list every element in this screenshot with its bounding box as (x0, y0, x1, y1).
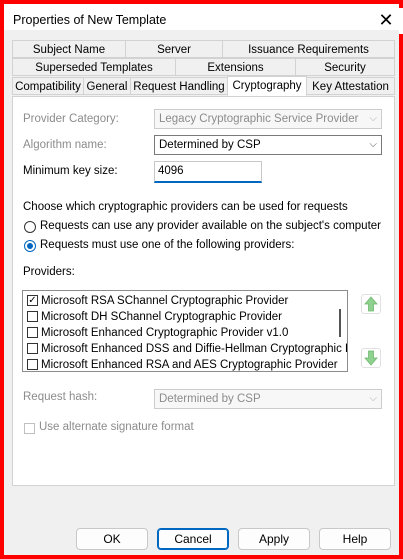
request-hash-value: Determined by CSP (159, 393, 261, 405)
tab-extensions[interactable]: Extensions (175, 58, 296, 76)
arrow-up-icon (364, 296, 378, 312)
ok-button[interactable]: OK (76, 528, 148, 550)
chevron-down-icon: ⌵ (369, 139, 377, 150)
provider-label: Microsoft Enhanced RSA and AES Cryptogra… (41, 359, 338, 371)
algorithm-name-select[interactable]: Determined by CSP ⌵ (154, 135, 382, 155)
algorithm-name-value: Determined by CSP (159, 139, 261, 151)
checkbox[interactable] (27, 343, 38, 354)
tab-superseded-templates[interactable]: Superseded Templates (12, 58, 176, 76)
alt-signature-label: Use alternate signature format (39, 421, 194, 433)
tab-general[interactable]: General (83, 77, 131, 95)
checkbox[interactable] (27, 327, 38, 338)
choose-providers-prompt: Choose which cryptographic providers can… (23, 201, 348, 213)
provider-label: Microsoft RSA SChannel Cryptographic Pro… (41, 295, 289, 307)
checkbox[interactable] (27, 359, 38, 370)
tab-security[interactable]: Security (295, 58, 395, 76)
providers-label: Providers: (23, 266, 75, 278)
request-hash-select: Determined by CSP ⌵ (154, 389, 382, 409)
chevron-down-icon: ⌵ (369, 113, 377, 124)
radio-any-provider[interactable] (24, 221, 36, 233)
provider-category-label: Provider Category: (23, 113, 119, 125)
tab-compatibility[interactable]: Compatibility (12, 77, 84, 95)
providers-listbox[interactable]: ✓ Microsoft RSA SChannel Cryptographic P… (22, 290, 348, 372)
tab-cryptography[interactable]: Cryptography (227, 76, 307, 96)
move-down-button[interactable] (361, 348, 381, 368)
tab-request-handling[interactable]: Request Handling (130, 77, 228, 95)
tab-key-attestation[interactable]: Key Attestation (306, 77, 395, 95)
scrollbar-thumb[interactable] (339, 309, 341, 337)
radio-specific-providers[interactable] (24, 240, 36, 252)
provider-category-select: Legacy Cryptographic Service Provider ⌵ (154, 109, 382, 129)
alt-signature-checkbox (24, 423, 35, 434)
checkbox[interactable] (27, 311, 38, 322)
request-hash-label: Request hash: (23, 391, 98, 403)
move-up-button[interactable] (361, 294, 381, 314)
provider-category-value: Legacy Cryptographic Service Provider (159, 113, 359, 125)
checkbox-checked[interactable]: ✓ (27, 295, 38, 306)
algorithm-name-label: Algorithm name: (23, 139, 107, 151)
help-button[interactable]: Help (319, 528, 391, 550)
close-icon[interactable]: ✕ (375, 9, 397, 31)
window-title: Properties of New Template (13, 13, 167, 27)
minimum-key-size-label: Minimum key size: (23, 165, 118, 177)
provider-label: Microsoft DH SChannel Cryptographic Prov… (41, 311, 282, 323)
arrow-down-icon (364, 350, 378, 366)
apply-button[interactable]: Apply (238, 528, 310, 550)
provider-label: Microsoft Enhanced DSS and Diffie-Hellma… (41, 343, 348, 355)
cancel-button[interactable]: Cancel (157, 528, 229, 550)
radio-any-provider-label[interactable]: Requests can use any provider available … (40, 220, 381, 232)
chevron-down-icon: ⌵ (369, 393, 377, 404)
tab-subject-name[interactable]: Subject Name (12, 40, 126, 58)
tab-issuance-requirements[interactable]: Issuance Requirements (222, 40, 395, 58)
tab-server[interactable]: Server (125, 40, 223, 58)
minimum-key-size-input[interactable]: 4096 (154, 161, 262, 183)
radio-specific-providers-label[interactable]: Requests must use one of the following p… (40, 239, 294, 251)
provider-label: Microsoft Enhanced Cryptographic Provide… (41, 327, 289, 339)
